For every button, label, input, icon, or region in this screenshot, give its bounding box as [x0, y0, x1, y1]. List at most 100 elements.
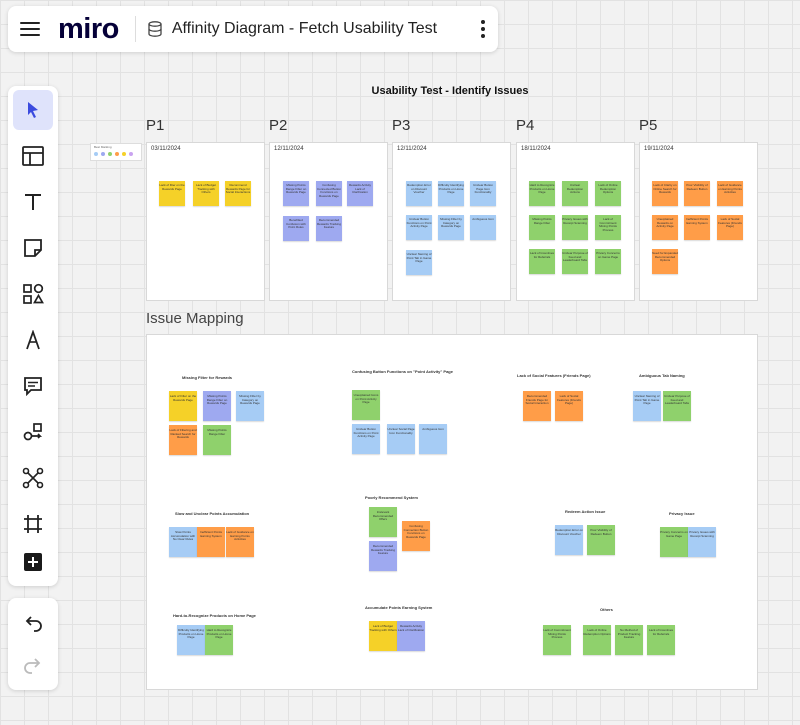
sticky-note[interactable]: Unclear Purpose of Feed and Leaderboard … — [562, 249, 588, 274]
sticky-note[interactable]: Privacy Concerns on Game Page — [660, 527, 688, 557]
shapes-tool[interactable] — [13, 274, 53, 314]
miro-logo[interactable]: miro — [58, 13, 119, 46]
sticky-note[interactable]: Lack of Guidance on Earning Points Activ… — [226, 527, 254, 557]
undo-button[interactable] — [13, 604, 53, 644]
sticky-note[interactable]: Unclear Button Functions on Point Activi… — [406, 215, 432, 240]
sticky-note[interactable]: Confusing Connection Button Functions on… — [402, 521, 430, 551]
sticky-note[interactable]: Poor Visibility of Redeem Button — [587, 525, 615, 555]
sticky-note[interactable]: Missing Filter by Category on Rewards Pa… — [438, 215, 464, 240]
templates-tool[interactable] — [13, 136, 53, 176]
sticky-note[interactable]: Unclear Redemption Actions — [562, 181, 588, 206]
sticky-note[interactable]: Lack of Filter on the Rewards Page — [169, 391, 197, 421]
sticky-note[interactable]: Unexplained Rewards on Activity Page — [652, 215, 678, 240]
board-title[interactable]: Affinity Diagram - Fetch Usability Test — [172, 20, 468, 38]
sticky-note[interactable]: Recommended Rewards Tracking Feature — [316, 216, 342, 241]
participant-frame-p4[interactable]: 18/11/2024 Hard to Recognize Products on… — [516, 142, 635, 301]
group-title: Others — [600, 607, 613, 612]
sticky-note[interactable]: Lack of Budget Tracking with Others — [193, 181, 219, 206]
group-title: Slow and Unclear Points Accumulation — [175, 511, 250, 516]
sticky-note[interactable]: Slow Points Accumulation with No Clear R… — [169, 527, 197, 557]
more-apps-button[interactable] — [13, 542, 53, 582]
sticky-note[interactable]: Lack of Social Features (Friends Page) — [555, 391, 583, 421]
participant-frame-p1[interactable]: 03/11/2024 Lack of filter on the Rewards… — [146, 142, 265, 301]
templates-icon — [22, 146, 44, 166]
sticky-note[interactable]: Unclear Social Page Icon Functionality — [387, 424, 415, 454]
sticky-note[interactable]: Ambiguous Icon — [419, 424, 447, 454]
main-menu-button[interactable] — [8, 6, 52, 52]
sticky-note[interactable]: Unclear Purpose of Feed and Leaderboard … — [663, 391, 691, 421]
pen-tool[interactable] — [13, 320, 53, 360]
sticky-note[interactable]: Lack of Clarity on Online Search for Rew… — [652, 181, 678, 206]
sticky-note[interactable]: Difficulty Identifying Products on Home … — [438, 181, 464, 206]
legend-dot — [108, 152, 112, 156]
frame-icon — [24, 515, 42, 533]
connection-line-icon — [23, 423, 43, 441]
sticky-note[interactable]: Lack of Guidance on Earning Points Activ… — [717, 181, 743, 206]
sticky-note[interactable]: Unclear Naming of Point Tab in Game Page — [406, 250, 432, 275]
sticky-note[interactable]: Hard to Recognize Products on Home Page — [205, 625, 233, 655]
session-date: 03/11/2024 — [151, 146, 181, 152]
participant-frame-p2[interactable]: 12/11/2024 Missing Points Range Filter o… — [269, 142, 388, 301]
sticky-note-icon — [24, 239, 42, 257]
sticky-note[interactable]: Lack of Incentives for Referrals — [647, 625, 675, 655]
sticky-note[interactable]: Benefitted Confusion with Point Rules — [283, 216, 309, 241]
sticky-note[interactable]: Recommend Rewards Page for Social Intera… — [225, 181, 251, 206]
sticky-note[interactable]: Unclear Button Functions on Point Activi… — [352, 424, 380, 454]
sticky-note[interactable]: Unexplained Icons on Point Activity Page — [352, 390, 380, 420]
sticky-note[interactable]: Privacy Concerns on Game Page — [595, 249, 621, 274]
shapes-icon — [23, 283, 44, 304]
issue-mapping-frame[interactable]: Missing Filter for Rewards Lack of Filte… — [146, 334, 758, 690]
sticky-note[interactable]: Ambiguous Icon — [470, 215, 496, 240]
connection-line-tool[interactable] — [13, 412, 53, 452]
sticky-note-tool[interactable] — [13, 228, 53, 268]
sticky-note[interactable]: Confusing Connected Button Functions on … — [316, 181, 342, 206]
sticky-note[interactable]: Missing Filter by Category on Rewards Pa… — [236, 391, 264, 421]
sticky-note[interactable]: Missing Points Range Filter — [203, 425, 231, 455]
sticky-note[interactable]: Lack of Filtering and Ranked Search for … — [169, 425, 197, 455]
participant-frame-p3[interactable]: 12/11/2024 Redemption Error on Discount … — [392, 142, 511, 301]
sticky-note[interactable]: Lack of Social Features (Friends Page) — [717, 215, 743, 240]
legend-title: Best Marking — [94, 145, 112, 149]
sticky-note[interactable]: Hard to Recognize Products on Home Page — [529, 181, 555, 206]
sticky-note[interactable]: Lack of filter on the Rewards Page — [159, 181, 185, 206]
group-title: Lack of Social Features (Friends Page) — [517, 373, 591, 378]
sticky-note[interactable]: Irrelevant Recommended Offers — [369, 507, 397, 537]
board-options-button[interactable] — [468, 6, 498, 52]
sticky-note[interactable]: No Method of Product Tracking Feature — [615, 625, 643, 655]
sticky-note[interactable]: Redemption Error on Discount Voucher — [555, 525, 583, 555]
sticky-note[interactable]: Need for Expanded Recommended Options — [652, 249, 678, 274]
comment-tool[interactable] — [13, 366, 53, 406]
sticky-note[interactable]: Missing Points Range Filter on Rewards P… — [283, 181, 309, 206]
sticky-note[interactable]: Missing Points Range Filter — [529, 215, 555, 240]
sticky-note[interactable]: Rewards Activity Lack of Clarification — [347, 181, 373, 206]
sticky-note[interactable]: Lack of Online Redemption Options — [583, 625, 611, 655]
sticky-note[interactable]: Rewards Activity Lack of Clarification — [397, 621, 425, 651]
add-icon — [24, 553, 42, 571]
sticky-note[interactable]: Redemption Error on Discount Voucher — [406, 181, 432, 206]
sticky-note[interactable]: Lack of Incentives for Referrals — [529, 249, 555, 274]
sticky-note[interactable]: Recommended Friends Page for Social Inte… — [523, 391, 551, 421]
sticky-note[interactable]: Lack of Budget Tracking with Others — [369, 621, 397, 651]
history-toolbar — [8, 598, 58, 690]
color-legend[interactable]: Best Marking — [90, 143, 142, 161]
sticky-note[interactable]: Privacy Issues with Receipt Scanning — [688, 527, 716, 557]
sticky-note[interactable]: Inefficient Points Earning System — [684, 215, 710, 240]
sticky-note[interactable]: Difficulty Identifying Products on Home … — [177, 625, 205, 655]
sticky-note[interactable]: Recommended Rewards Tracking Feature — [369, 541, 397, 571]
participant-frame-p5[interactable]: 19/11/2024 Lack of Clarity on Online Sea… — [639, 142, 758, 301]
sticky-note[interactable]: Privacy Issues with Receipt Scanning — [562, 215, 588, 240]
sticky-note[interactable]: Lack of Commitment Mixing Points Process — [595, 215, 621, 240]
sticky-note[interactable]: Missing Points Range Filter on Rewards P… — [203, 391, 231, 421]
sticky-note[interactable]: Lack of Commitment Mixing Points Process — [543, 625, 571, 655]
sticky-note[interactable]: Poor Visibility of Redeem Button — [684, 181, 710, 206]
frame-tool[interactable] — [13, 504, 53, 544]
sticky-note[interactable]: Unclear Button Page Icon Functionality — [470, 181, 496, 206]
sticky-note[interactable]: Lack of Online Redemption Options — [595, 181, 621, 206]
legend-dot — [115, 152, 119, 156]
text-tool[interactable] — [13, 182, 53, 222]
redo-button[interactable] — [13, 646, 53, 686]
board-database-icon — [148, 21, 162, 37]
mind-map-tool[interactable] — [13, 458, 53, 498]
sticky-note[interactable]: Unclear Naming of Point Tab in Game Page — [633, 391, 661, 421]
sticky-note[interactable]: Inefficient Points Earning System — [197, 527, 225, 557]
